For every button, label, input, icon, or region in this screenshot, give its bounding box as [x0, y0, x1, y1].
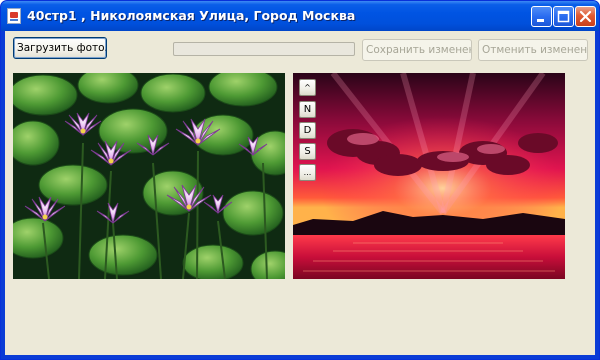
client-area: Загрузить фото... Сохранить изменения От… [5, 31, 595, 355]
progress-bar [173, 42, 355, 56]
title-bar[interactable]: 40стр1 , Николоямская Улица, Город Москв… [1, 1, 599, 31]
water-lilies-image [13, 73, 285, 279]
document-icon [7, 8, 21, 24]
minimize-button[interactable] [531, 6, 552, 27]
scroll-up-button[interactable]: ^ [299, 79, 316, 96]
app-window: 40стр1 , Николоямская Улица, Город Москв… [0, 0, 600, 360]
window-title: 40стр1 , Николоямская Улица, Город Москв… [27, 8, 356, 23]
maximize-button[interactable] [553, 6, 574, 27]
sunset-image [293, 73, 565, 279]
close-icon [579, 10, 592, 23]
sunset-photo[interactable]: ^ N D S ... [293, 73, 565, 279]
minimize-icon [537, 19, 544, 22]
close-button[interactable] [575, 6, 596, 27]
maximize-icon [557, 10, 570, 23]
water-lilies-photo[interactable] [13, 73, 285, 279]
cancel-changes-button[interactable]: Отменить изменения [478, 39, 588, 61]
load-photo-button[interactable]: Загрузить фото... [13, 37, 107, 59]
d-button[interactable]: D [299, 122, 316, 139]
more-button[interactable]: ... [299, 164, 316, 181]
save-changes-button[interactable]: Сохранить изменения [362, 39, 472, 61]
south-button[interactable]: S [299, 143, 316, 160]
north-button[interactable]: N [299, 101, 316, 118]
